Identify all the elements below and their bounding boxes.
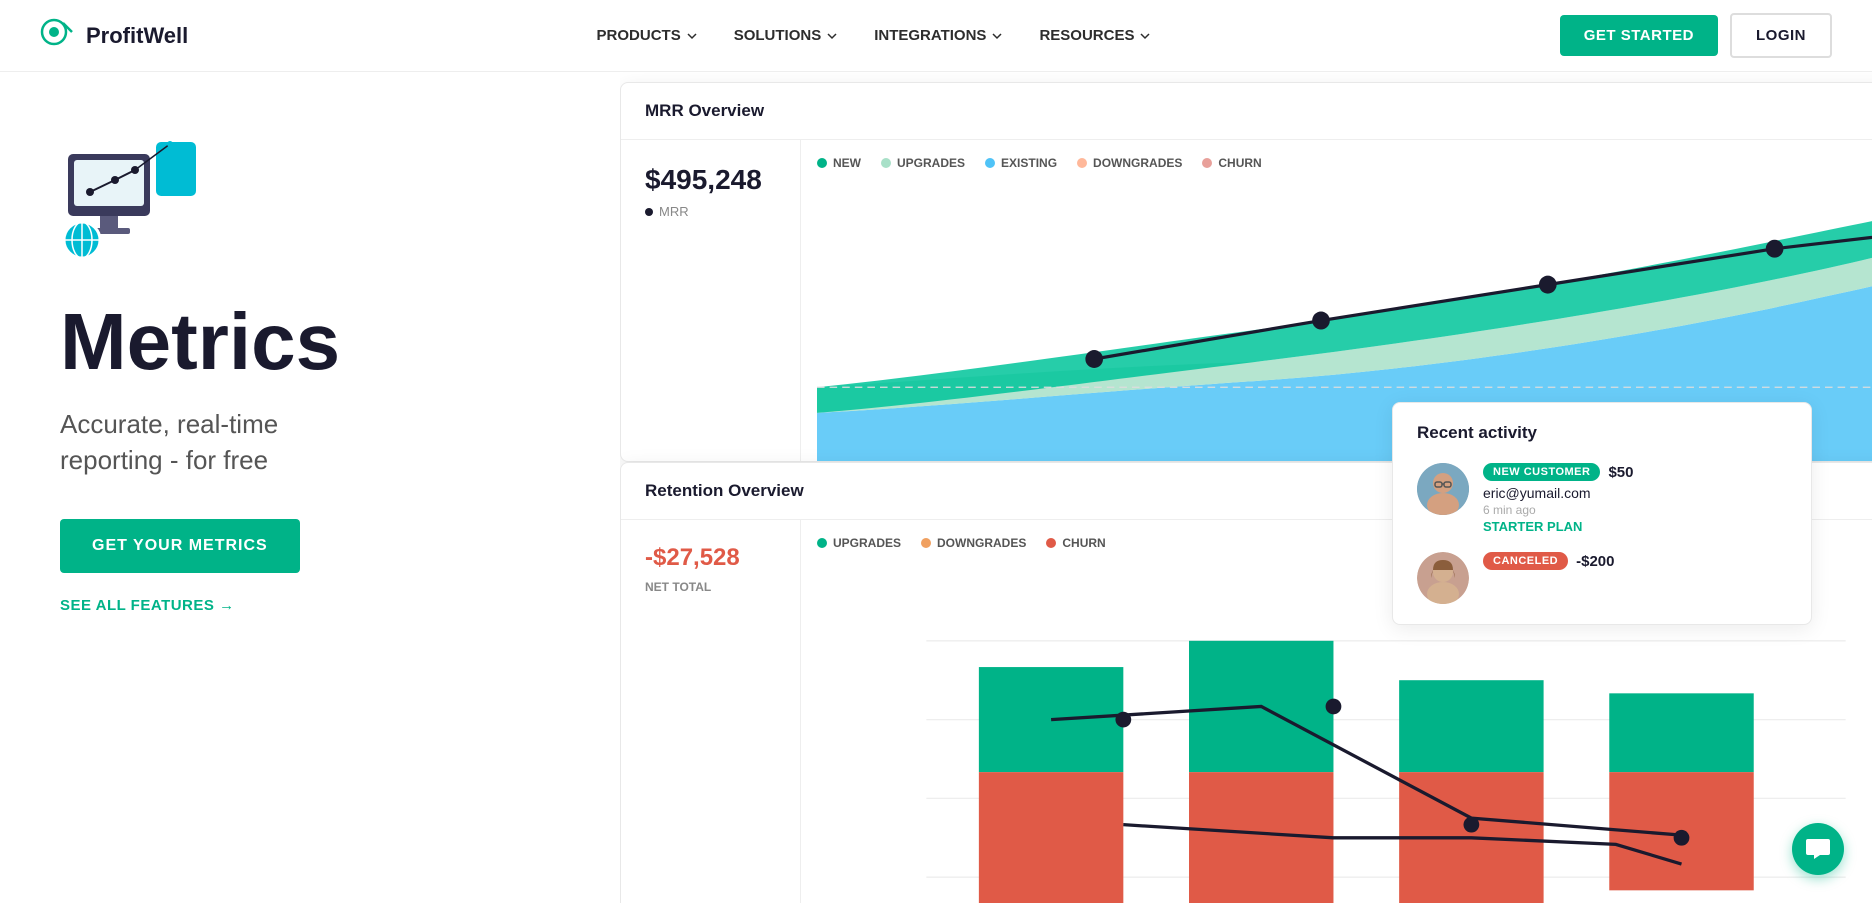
activity-item-1: NEW CUSTOMER $50 eric@yumail.com 6 min a… bbox=[1417, 463, 1787, 534]
nav-integrations[interactable]: INTEGRATIONS bbox=[874, 27, 1003, 44]
activity-time-1: 6 min ago bbox=[1483, 503, 1634, 517]
nav-products[interactable]: PRODUCTS bbox=[597, 27, 698, 44]
activity-badge-row-2: CANCELED -$200 bbox=[1483, 552, 1615, 570]
legend-dot-upgrades bbox=[881, 158, 891, 168]
nav-solutions[interactable]: SOLUTIONS bbox=[734, 27, 839, 44]
activity-amount-1: $50 bbox=[1608, 464, 1633, 481]
activity-plan-1[interactable]: STARTER PLAN bbox=[1483, 519, 1634, 534]
illustration-svg bbox=[60, 132, 200, 262]
legend-dot-new bbox=[817, 158, 827, 168]
main-content: Metrics Accurate, real-timereporting - f… bbox=[0, 72, 1872, 903]
see-all-features-link[interactable]: SEE ALL FEATURES → bbox=[60, 597, 580, 614]
mrr-legend: NEW UPGRADES EXISTING DOWNGRADES bbox=[817, 156, 1872, 170]
legend-churn: CHURN bbox=[1202, 156, 1261, 170]
legend-dot-downgrades bbox=[1077, 158, 1087, 168]
legend-downgrades-r: DOWNGRADES bbox=[921, 536, 1026, 550]
retention-label: NET TOTAL bbox=[645, 580, 776, 594]
dashboard-section: MRR Overview $495,248 MRR NEW bbox=[620, 72, 1872, 903]
mrr-label: MRR bbox=[645, 204, 776, 219]
chevron-down-icon bbox=[991, 30, 1003, 42]
retention-title: Retention Overview bbox=[645, 481, 804, 500]
legend-dot bbox=[921, 538, 931, 548]
hero-title: Metrics bbox=[60, 302, 580, 382]
legend-dot-existing bbox=[985, 158, 995, 168]
activity-info-2: CANCELED -$200 bbox=[1483, 552, 1615, 574]
chat-bubble-button[interactable] bbox=[1792, 823, 1844, 875]
canceled-badge: CANCELED bbox=[1483, 552, 1568, 570]
nav-resources[interactable]: RESOURCES bbox=[1039, 27, 1151, 44]
legend-dot bbox=[817, 538, 827, 548]
activity-item-2: CANCELED -$200 bbox=[1417, 552, 1787, 604]
nav-cta-group: GET STARTED LOGIN bbox=[1560, 13, 1832, 58]
nav-links: PRODUCTS SOLUTIONS INTEGRATIONS RESOURCE… bbox=[597, 27, 1152, 44]
avatar-2 bbox=[1417, 552, 1469, 604]
hero-subtitle: Accurate, real-timereporting - for free bbox=[60, 406, 580, 479]
activity-amount-2: -$200 bbox=[1576, 553, 1614, 570]
logo[interactable]: ProfitWell bbox=[40, 18, 188, 54]
mrr-title: MRR Overview bbox=[645, 101, 764, 120]
retention-value: -$27,528 bbox=[645, 544, 776, 572]
activity-email-1: eric@yumail.com bbox=[1483, 485, 1634, 501]
avatar-female-icon bbox=[1417, 552, 1469, 604]
mrr-value: $495,248 bbox=[645, 164, 776, 196]
avatar-male-icon bbox=[1417, 463, 1469, 515]
legend-upgrades: UPGRADES bbox=[881, 156, 965, 170]
mrr-dot bbox=[645, 208, 653, 216]
chevron-down-icon bbox=[1139, 30, 1151, 42]
legend-churn-r: CHURN bbox=[1046, 536, 1105, 550]
hero-section: Metrics Accurate, real-timereporting - f… bbox=[0, 72, 620, 903]
chevron-down-icon bbox=[686, 30, 698, 42]
legend-existing: EXISTING bbox=[985, 156, 1057, 170]
avatar-1 bbox=[1417, 463, 1469, 515]
legend-dot-churn bbox=[1202, 158, 1212, 168]
chat-icon bbox=[1805, 836, 1831, 862]
legend-dot bbox=[1046, 538, 1056, 548]
activity-badge-row-1: NEW CUSTOMER $50 bbox=[1483, 463, 1634, 481]
logo-text: ProfitWell bbox=[86, 23, 188, 49]
new-customer-badge: NEW CUSTOMER bbox=[1483, 463, 1600, 481]
mrr-card-header: MRR Overview bbox=[621, 83, 1872, 140]
login-button[interactable]: LOGIN bbox=[1730, 13, 1832, 58]
legend-upgrades-r: UPGRADES bbox=[817, 536, 901, 550]
hero-illustration bbox=[60, 132, 200, 262]
mrr-value-panel: $495,248 MRR bbox=[621, 140, 801, 462]
recent-activity-title: Recent activity bbox=[1417, 423, 1787, 443]
get-metrics-button[interactable]: GET YOUR METRICS bbox=[60, 519, 300, 573]
chevron-down-icon bbox=[826, 30, 838, 42]
get-started-button[interactable]: GET STARTED bbox=[1560, 15, 1718, 56]
navbar: ProfitWell PRODUCTS SOLUTIONS INTEGRATIO… bbox=[0, 0, 1872, 72]
legend-new: NEW bbox=[817, 156, 861, 170]
logo-icon bbox=[40, 18, 76, 54]
activity-info-1: NEW CUSTOMER $50 eric@yumail.com 6 min a… bbox=[1483, 463, 1634, 534]
legend-downgrades: DOWNGRADES bbox=[1077, 156, 1182, 170]
recent-activity-panel: Recent activity NEW CU bbox=[1392, 402, 1812, 625]
retention-value-panel: -$27,528 NET TOTAL bbox=[621, 520, 801, 903]
